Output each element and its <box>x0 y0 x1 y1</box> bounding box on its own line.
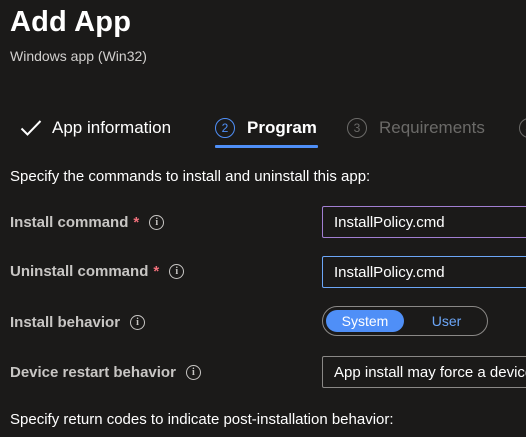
install-command-label-text: Install command <box>10 214 129 231</box>
page-title: Add App <box>10 6 132 38</box>
step-next[interactable]: 4 <box>519 110 526 146</box>
uninstall-command-label-text: Uninstall command <box>10 263 149 280</box>
device-restart-behavior-label-text: Device restart behavior <box>10 364 176 381</box>
step-app-information[interactable]: App information <box>20 110 171 146</box>
step-label: App information <box>52 118 172 137</box>
install-command-input[interactable] <box>322 206 526 238</box>
required-marker: * <box>153 263 160 280</box>
uninstall-command-input[interactable] <box>322 256 526 288</box>
info-icon[interactable]: i <box>185 365 201 380</box>
step-label: Program <box>247 118 317 137</box>
step-number-badge: 3 <box>347 118 367 138</box>
step-number-badge: 2 <box>215 118 235 138</box>
wizard-steps: App information 2 Program 3 Requirements… <box>0 110 526 150</box>
install-behavior-user-option[interactable]: User <box>409 310 484 332</box>
commands-instructions: Specify the commands to install and unin… <box>10 168 371 185</box>
step-number-badge: 4 <box>519 118 526 138</box>
add-app-page: Add App Windows app (Win32) App informat… <box>0 0 526 437</box>
step-requirements[interactable]: 3 Requirements <box>347 110 485 146</box>
uninstall-command-label: Uninstall command * i <box>10 263 185 280</box>
install-behavior-label-text: Install behavior <box>10 314 121 331</box>
install-behavior-label: Install behavior i <box>10 314 146 331</box>
device-restart-behavior-select[interactable]: App install may force a device restart <box>322 356 526 388</box>
device-restart-behavior-label: Device restart behavior i <box>10 364 201 381</box>
step-label: Requirements <box>379 118 485 137</box>
info-icon[interactable]: i <box>169 264 185 279</box>
step-program[interactable]: 2 Program <box>215 110 317 146</box>
page-subtitle: Windows app (Win32) <box>10 48 147 64</box>
checkmark-icon <box>20 119 42 137</box>
active-step-indicator <box>215 145 318 148</box>
required-marker: * <box>133 214 140 231</box>
return-codes-instructions: Specify return codes to indicate post-in… <box>10 411 394 428</box>
install-command-label: Install command * i <box>10 214 165 231</box>
info-icon[interactable]: i <box>149 215 165 230</box>
install-behavior-system-option[interactable]: System <box>326 310 404 332</box>
device-restart-behavior-value: App install may force a device restart <box>334 363 526 381</box>
install-behavior-toggle[interactable]: System User <box>322 306 488 336</box>
info-icon[interactable]: i <box>130 315 146 330</box>
